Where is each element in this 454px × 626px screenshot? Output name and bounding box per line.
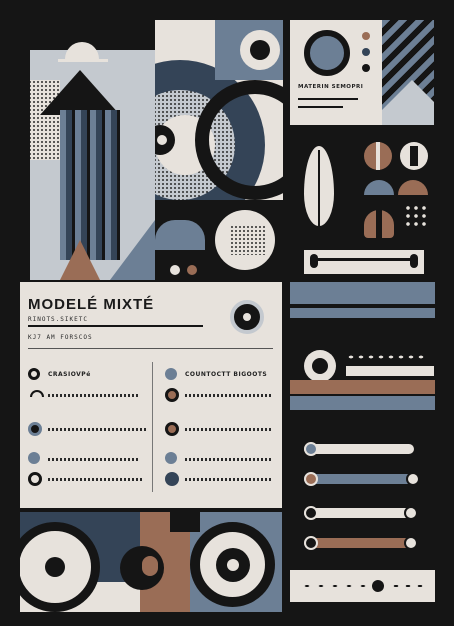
poster-subtitle: RINOTS.SIKETC xyxy=(28,316,88,323)
slider-2[interactable] xyxy=(304,472,424,486)
slider-1[interactable] xyxy=(304,442,424,456)
tile-dotbar xyxy=(290,570,435,602)
tile-abstract xyxy=(155,20,283,280)
slider-4[interactable] xyxy=(304,536,424,550)
tile-feather xyxy=(290,130,435,280)
tile-bottom-shapes xyxy=(20,512,282,612)
slider-3[interactable] xyxy=(304,506,424,520)
poster-title: MODELÉ MIXTÉ xyxy=(28,296,155,313)
disc-icon xyxy=(230,300,264,334)
tile-stripes xyxy=(382,20,434,125)
main-card: MODELÉ MIXTÉ RINOTS.SIKETC KJ7 AM FORSCO… xyxy=(20,282,282,508)
tile-material: MATERIN SEMOPRI xyxy=(290,20,382,125)
material-label: MATERIN SEMOPRI xyxy=(298,84,364,90)
item-crasiovp: CRASIOVPé xyxy=(48,371,91,378)
slider-panel xyxy=(290,428,435,564)
dot-grid-icon xyxy=(404,204,428,228)
poster-caption: KJ7 AM FORSCOS xyxy=(28,334,93,341)
item-countocitt: COUNTOCTT BIGOOTS xyxy=(185,371,268,378)
ring-icon xyxy=(304,30,350,76)
tile-mountain xyxy=(20,20,155,280)
tile-bars xyxy=(290,282,435,422)
